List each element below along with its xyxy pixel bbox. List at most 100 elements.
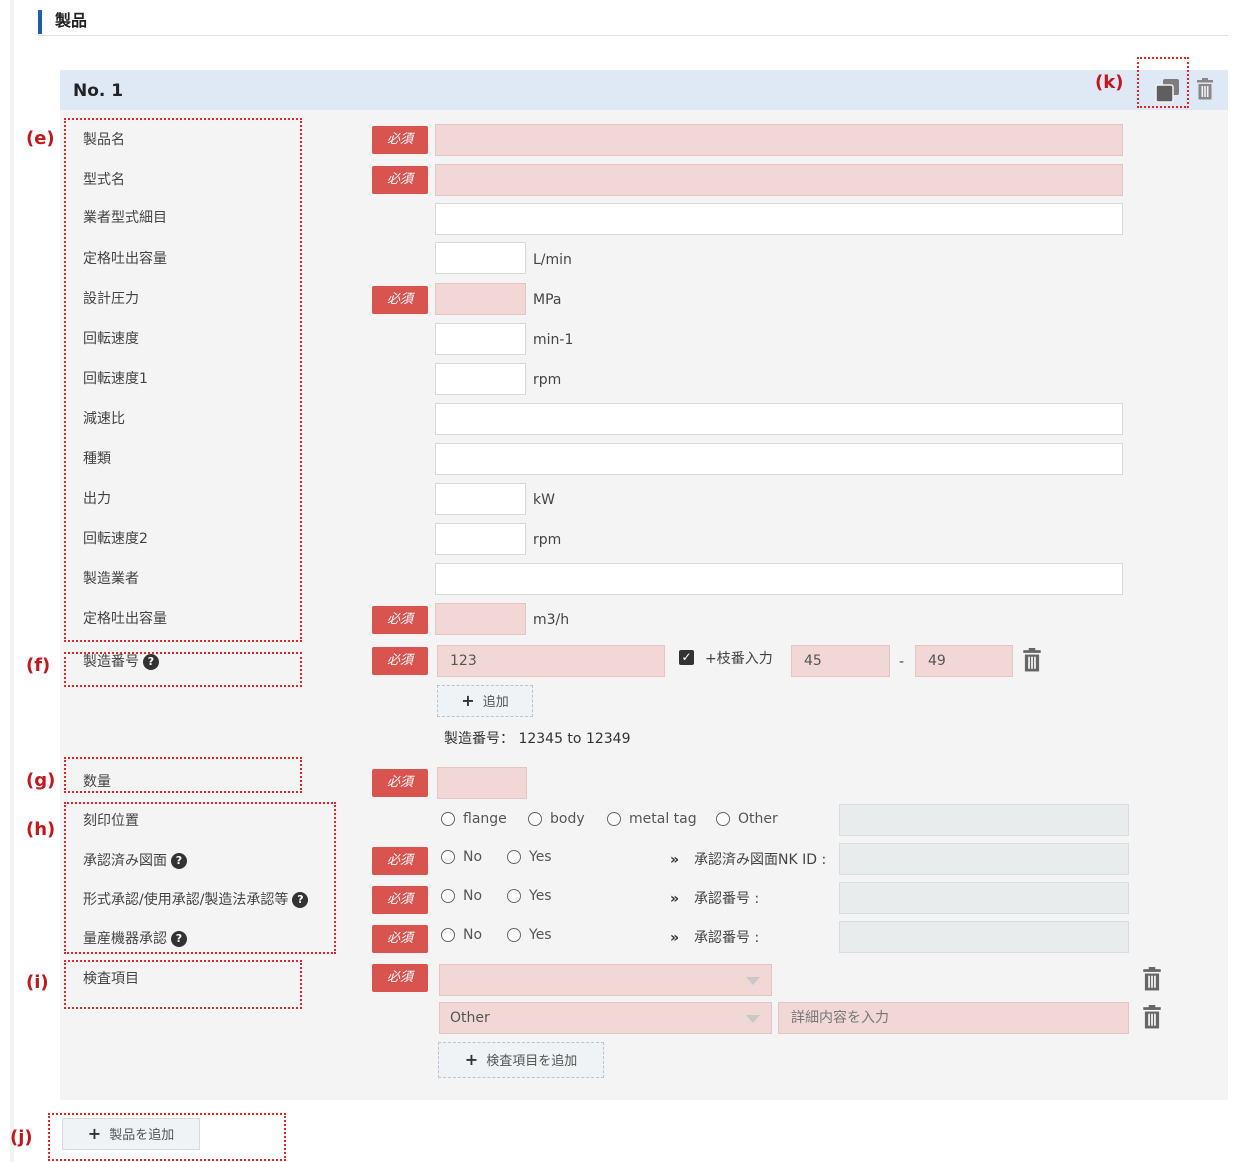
branch-to-input[interactable]: 49 <box>915 645 1013 677</box>
inspection-detail-placeholder: 詳細内容を入力 <box>791 1010 889 1026</box>
radio-circle <box>507 928 521 942</box>
callout-label-e: (e) <box>26 128 55 149</box>
type-approval-ref-label: 承認番号 : <box>694 891 760 907</box>
radio-metal-tag[interactable]: metal tag <box>607 809 697 829</box>
reduction-ratio-input[interactable] <box>435 403 1123 435</box>
mass-production-number-input[interactable] <box>839 921 1129 953</box>
page-left-rule <box>10 0 14 1162</box>
rotation-speed-input[interactable] <box>435 323 526 355</box>
radio-yes[interactable]: Yes <box>507 925 552 945</box>
section-divider <box>38 35 1228 36</box>
radio-option-label: Other <box>738 811 778 827</box>
required-badge: 必須 <box>372 606 428 634</box>
product-panel-header <box>60 70 1228 110</box>
radio-yes[interactable]: Yes <box>507 886 552 906</box>
radio-option-label: Yes <box>529 888 552 904</box>
manufacturer-input[interactable] <box>435 563 1123 595</box>
caret-down-icon <box>746 1015 760 1023</box>
radio-circle <box>507 850 521 864</box>
add-serial-button[interactable]: + 追加 <box>437 685 533 717</box>
inspection-item-value: Other <box>450 1010 490 1026</box>
branch-checkbox-label: +枝番入力 <box>705 651 773 667</box>
radio-no[interactable]: No <box>441 925 482 945</box>
radio-option-label: No <box>463 927 483 943</box>
rotation-speed-1-input[interactable] <box>435 363 526 395</box>
required-badge: 必須 <box>372 647 428 675</box>
rotation-speed-2-input[interactable] <box>435 523 526 555</box>
unit-label: m3/h <box>533 612 570 628</box>
add-serial-label: 追加 <box>482 695 509 710</box>
rated-discharge-lmin-input[interactable] <box>435 242 526 274</box>
plus-icon: + <box>464 1050 479 1069</box>
add-inspection-item-button[interactable]: + 検査項目を追加 <box>438 1042 604 1078</box>
model-name-input[interactable] <box>435 164 1123 196</box>
unit-label: MPa <box>533 292 562 308</box>
callout-box-h <box>64 802 336 954</box>
required-badge: 必須 <box>372 886 428 914</box>
radio-circle <box>528 812 542 826</box>
type-approval-number-input[interactable] <box>839 882 1129 914</box>
quantity-input[interactable] <box>437 767 527 799</box>
callout-box-g <box>64 757 302 793</box>
required-badge: 必須 <box>372 286 428 314</box>
add-inspection-label: 検査項目を追加 <box>486 1054 578 1069</box>
unit-label: L/min <box>533 252 572 268</box>
callout-box-e <box>64 118 302 642</box>
radio-no[interactable]: No <box>441 886 482 906</box>
callout-label-h: (h) <box>26 819 56 840</box>
inspection-item-select-2[interactable]: Other <box>439 1002 772 1034</box>
double-chevron-right-icon: » <box>670 930 680 946</box>
callout-label-i: (i) <box>26 972 49 993</box>
radio-option-label: Yes <box>529 927 552 943</box>
callout-box-f <box>64 652 302 687</box>
delete-product-icon[interactable] <box>1196 78 1214 104</box>
required-badge: 必須 <box>372 166 428 194</box>
vendor-model-detail-input[interactable] <box>435 203 1123 235</box>
radio-option-label: metal tag <box>629 811 697 827</box>
inspection-detail-input[interactable]: 詳細内容を入力 <box>778 1002 1129 1034</box>
radio-option-label: No <box>463 849 483 865</box>
required-badge: 必須 <box>372 964 428 992</box>
unit-label: rpm <box>533 532 562 548</box>
radio-option-label: No <box>463 888 483 904</box>
callout-box-j <box>48 1113 286 1161</box>
output-input[interactable] <box>435 483 526 515</box>
branch-from-value: 45 <box>804 653 822 669</box>
radio-other[interactable]: Other <box>716 809 778 829</box>
section-accent-bar <box>38 10 42 34</box>
radio-circle <box>441 889 455 903</box>
radio-circle <box>441 850 455 864</box>
serial-number-input[interactable]: 123 <box>437 645 665 677</box>
required-badge: 必須 <box>372 847 428 875</box>
serial-summary: 製造番号： 12345 to 12349 <box>444 731 631 747</box>
approved-drawing-id-input[interactable] <box>839 843 1129 875</box>
checkbox-checked-icon[interactable]: ✓ <box>679 650 694 665</box>
product-name-input[interactable] <box>435 124 1123 156</box>
rated-discharge-m3h-input[interactable] <box>435 603 526 635</box>
double-chevron-right-icon: » <box>670 891 680 907</box>
radio-option-label: body <box>550 811 585 827</box>
radio-yes[interactable]: Yes <box>507 847 552 867</box>
branch-to-value: 49 <box>928 653 946 669</box>
radio-body[interactable]: body <box>528 809 585 829</box>
plus-icon: + <box>461 691 475 710</box>
radio-circle <box>716 812 730 826</box>
branch-from-input[interactable]: 45 <box>791 645 890 677</box>
stamp-other-input[interactable] <box>839 804 1129 836</box>
trash-icon[interactable] <box>1142 1005 1162 1033</box>
trash-icon[interactable] <box>1142 967 1162 995</box>
callout-label-g: (g) <box>26 770 56 791</box>
callout-label-f: (f) <box>26 655 51 676</box>
radio-no[interactable]: No <box>441 847 482 867</box>
mass-production-ref-label: 承認番号 : <box>694 930 760 946</box>
type-input[interactable] <box>435 443 1123 475</box>
design-pressure-input[interactable] <box>435 283 526 315</box>
callout-label-j: (j) <box>10 1127 33 1148</box>
inspection-item-select[interactable] <box>439 964 772 996</box>
radio-option-label: Yes <box>529 849 552 865</box>
trash-icon[interactable] <box>1022 648 1042 676</box>
section-title: 製品 <box>55 11 88 30</box>
radio-circle <box>507 889 521 903</box>
radio-flange[interactable]: flange <box>441 809 507 829</box>
radio-circle <box>441 928 455 942</box>
